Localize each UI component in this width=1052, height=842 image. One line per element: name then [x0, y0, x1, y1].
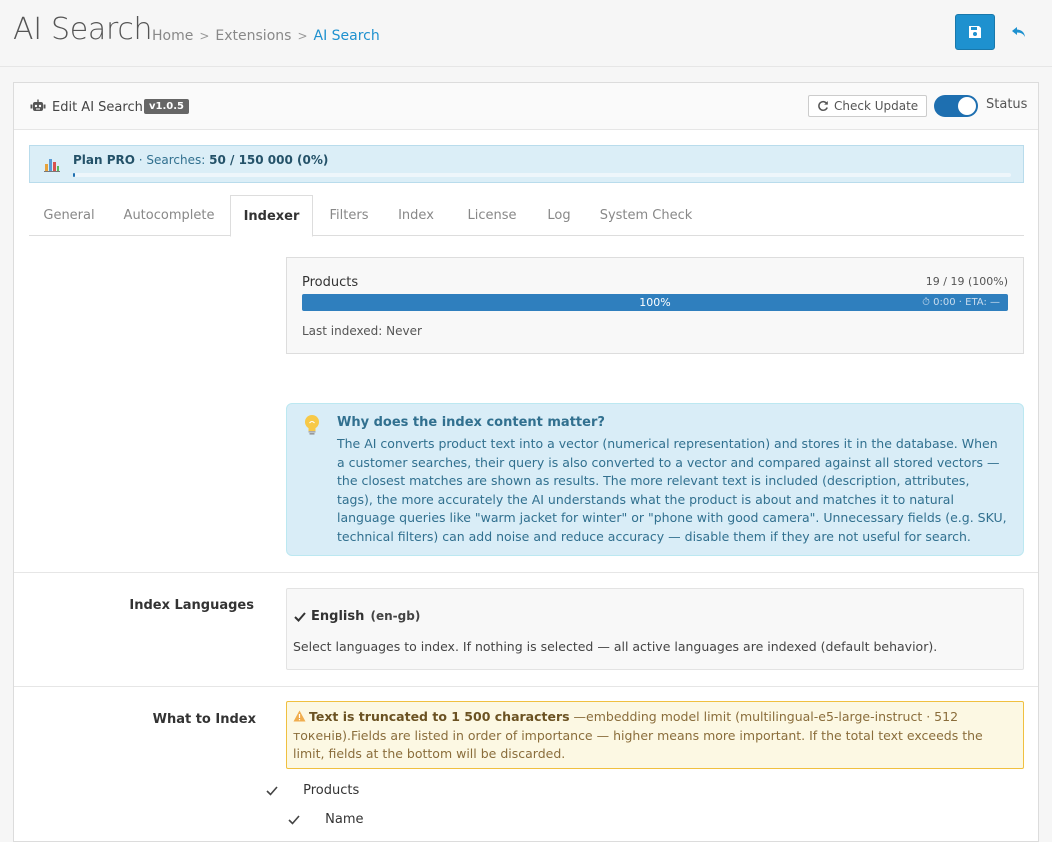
tab-filters[interactable]: Filters	[317, 195, 381, 236]
divider	[14, 572, 1038, 573]
panel-heading: Edit AI Search v1.0.5 Check Update Statu…	[14, 83, 1038, 130]
language-code: (en-gb)	[370, 609, 421, 623]
tab-general[interactable]: General	[29, 195, 109, 236]
reply-icon	[1012, 27, 1025, 37]
truncation-warning: Text is truncated to 1 500 characters —e…	[286, 701, 1024, 769]
checkbox-checked-icon[interactable]	[287, 813, 301, 827]
info-body: The AI converts product text into a vect…	[337, 436, 1007, 544]
field-item-name[interactable]: Name	[287, 812, 364, 827]
breadcrumb-separator-icon: >	[297, 29, 308, 43]
breadcrumb-home[interactable]: Home	[152, 28, 193, 44]
index-title: Products	[302, 275, 359, 290]
page-title: AI Search	[13, 12, 153, 47]
checkbox-checked-icon[interactable]	[265, 784, 279, 798]
last-indexed: Last indexed: Never	[302, 324, 422, 338]
warning-bold: Text is truncated to 1 500 characters	[309, 709, 570, 724]
breadcrumb-separator-icon: >	[199, 29, 210, 43]
tab-system-check[interactable]: System Check	[587, 195, 705, 236]
breadcrumb-current[interactable]: AI Search	[314, 28, 380, 44]
page-header: AI Search Home > Extensions > AI Search	[0, 0, 1052, 67]
robot-icon	[30, 99, 46, 111]
warning-icon	[293, 710, 306, 722]
language-item-english[interactable]: English (en-gb)	[293, 609, 420, 624]
toggle-knob	[958, 97, 976, 115]
tab-autocomplete[interactable]: Autocomplete	[111, 195, 227, 236]
index-languages-label: Index Languages	[129, 598, 254, 613]
products-index-box: Products 19 / 19 (100%) 100% ⏱ 0:00 · ET…	[286, 257, 1024, 354]
version-badge: v1.0.5	[144, 99, 189, 114]
lightbulb-icon	[305, 415, 319, 435]
field-item-products[interactable]: Products	[265, 783, 359, 798]
tab-index[interactable]: Index	[384, 195, 448, 236]
breadcrumb-extensions[interactable]: Extensions	[215, 28, 291, 44]
check-update-button[interactable]: Check Update	[808, 95, 928, 117]
plan-progress	[73, 173, 1011, 177]
index-progress-bar: 100% ⏱ 0:00 · ETA: —	[302, 294, 1008, 311]
index-count: 19 / 19 (100%)	[925, 275, 1008, 288]
languages-help: Select languages to index. If nothing is…	[293, 639, 938, 654]
index-progress-label: 100%	[639, 296, 671, 309]
what-to-index-label: What to Index	[152, 712, 256, 727]
bar-chart-icon	[44, 159, 60, 172]
tab-license[interactable]: License	[452, 195, 532, 236]
searches-label: · Searches:	[134, 153, 210, 167]
checkbox-checked-icon[interactable]	[293, 610, 307, 624]
save-button[interactable]	[955, 14, 995, 50]
plan-text: Plan PRO · Searches: 50 / 150 000 (0%)	[73, 153, 328, 167]
status-label: Status	[986, 97, 1028, 112]
field-label-products: Products	[303, 783, 360, 798]
plan-usage-bar: Plan PRO · Searches: 50 / 150 000 (0%)	[29, 145, 1024, 183]
info-title: Why does the index content matter?	[337, 415, 605, 430]
plan-progress-fill	[73, 173, 75, 177]
check-update-label: Check Update	[834, 99, 919, 113]
status-toggle[interactable]	[934, 95, 978, 117]
tab-bar: General Autocomplete Indexer Filters Ind…	[29, 195, 1024, 237]
edit-panel: Edit AI Search v1.0.5 Check Update Statu…	[13, 82, 1039, 842]
index-eta: ⏱ 0:00 · ETA: —	[922, 297, 1000, 308]
plan-name: Plan PRO	[73, 153, 135, 167]
divider	[14, 686, 1038, 687]
warning-text: Text is truncated to 1 500 characters —e…	[293, 708, 1015, 764]
field-label-name: Name	[325, 812, 364, 827]
language-name: English	[311, 609, 365, 624]
searches-usage: 50 / 150 000 (0%)	[209, 153, 329, 167]
tab-indexer[interactable]: Indexer	[230, 195, 313, 237]
breadcrumb: Home > Extensions > AI Search	[152, 28, 380, 44]
back-button[interactable]	[1004, 14, 1034, 50]
panel-title: Edit AI Search	[52, 100, 143, 115]
languages-box: English (en-gb) Select languages to inde…	[286, 588, 1024, 670]
refresh-icon	[818, 100, 828, 112]
floppy-icon	[969, 26, 981, 38]
tab-log[interactable]: Log	[535, 195, 583, 236]
index-info-box: Why does the index content matter? The A…	[286, 403, 1024, 556]
